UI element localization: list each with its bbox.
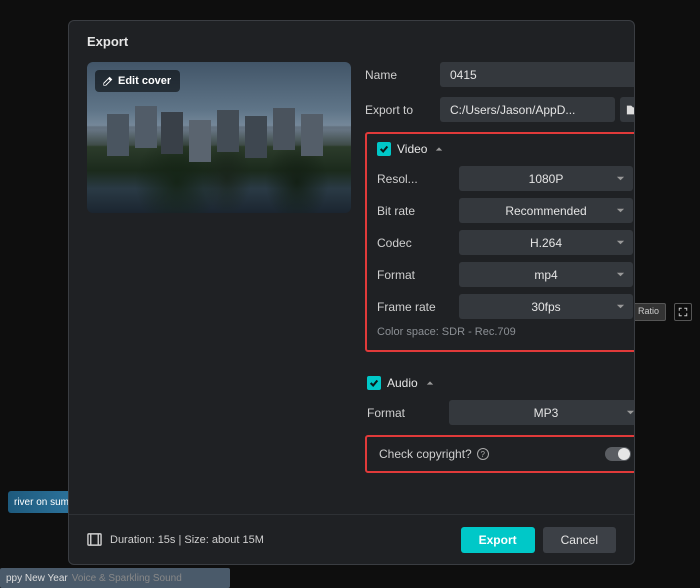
modal-title: Export: [69, 21, 634, 62]
chevron-down-icon: [616, 238, 625, 247]
audio-format-label: Format: [367, 406, 449, 420]
browse-folder-button[interactable]: [620, 97, 634, 122]
check-icon: [379, 144, 389, 154]
chevron-down-icon: [616, 302, 625, 311]
audio-settings-section: Audio Format MP3: [365, 376, 634, 425]
audio-header-label: Audio: [387, 376, 418, 390]
colorspace-info: Color space: SDR - Rec.709: [377, 326, 633, 338]
edit-cover-button[interactable]: Edit cover: [95, 70, 180, 92]
film-icon: [87, 532, 102, 547]
pencil-icon: [102, 76, 113, 87]
name-label: Name: [365, 68, 440, 82]
chevron-up-icon: [435, 145, 443, 153]
export-to-label: Export to: [365, 103, 440, 117]
audio-checkbox[interactable]: [367, 376, 381, 390]
edit-cover-label: Edit cover: [118, 75, 171, 87]
clip-title: ppy New Year: [6, 573, 68, 584]
modal-footer: Duration: 15s | Size: about 15M Export C…: [69, 514, 634, 564]
video-header-label: Video: [397, 142, 427, 156]
copyright-toggle[interactable]: [605, 447, 631, 461]
chevron-down-icon: [616, 174, 625, 183]
video-checkbox[interactable]: [377, 142, 391, 156]
bg-ratio-controls: Ratio: [631, 303, 692, 321]
timeline-clip[interactable]: ppy New Year Voice & Sparkling Sound: [0, 568, 230, 588]
framerate-dropdown[interactable]: 30fps: [459, 294, 633, 319]
framerate-label: Frame rate: [377, 300, 459, 314]
chevron-down-icon: [616, 206, 625, 215]
chevron-up-icon: [426, 379, 434, 387]
cover-preview: Edit cover: [87, 62, 351, 213]
expand-icon[interactable]: [674, 303, 692, 321]
export-button[interactable]: Export: [461, 527, 535, 553]
resolution-dropdown[interactable]: 1080P: [459, 166, 633, 191]
chevron-down-icon: [626, 408, 634, 417]
chevron-down-icon: [616, 270, 625, 279]
ratio-button[interactable]: Ratio: [631, 303, 666, 321]
check-icon: [369, 378, 379, 388]
video-settings-section: Video Resol... 1080P Bit rate Recommende…: [365, 132, 634, 352]
bitrate-dropdown[interactable]: Recommended: [459, 198, 633, 223]
format-label: Format: [377, 268, 459, 282]
clip-subtitle: Voice & Sparkling Sound: [72, 573, 182, 584]
codec-dropdown[interactable]: H.264: [459, 230, 633, 255]
cancel-button[interactable]: Cancel: [543, 527, 616, 553]
folder-icon: [626, 103, 635, 117]
resolution-label: Resol...: [377, 172, 459, 186]
bitrate-label: Bit rate: [377, 204, 459, 218]
export-path-input[interactable]: [440, 97, 615, 122]
export-modal: Export Edit cover Name Export to: [68, 20, 635, 565]
duration-info: Duration: 15s | Size: about 15M: [110, 534, 264, 546]
copyright-section: Check copyright? ?: [365, 435, 634, 473]
codec-label: Codec: [377, 236, 459, 250]
name-input[interactable]: [440, 62, 634, 87]
audio-format-dropdown[interactable]: MP3: [449, 400, 634, 425]
copyright-label: Check copyright?: [379, 447, 472, 461]
help-icon[interactable]: ?: [477, 448, 489, 460]
video-format-dropdown[interactable]: mp4: [459, 262, 633, 287]
